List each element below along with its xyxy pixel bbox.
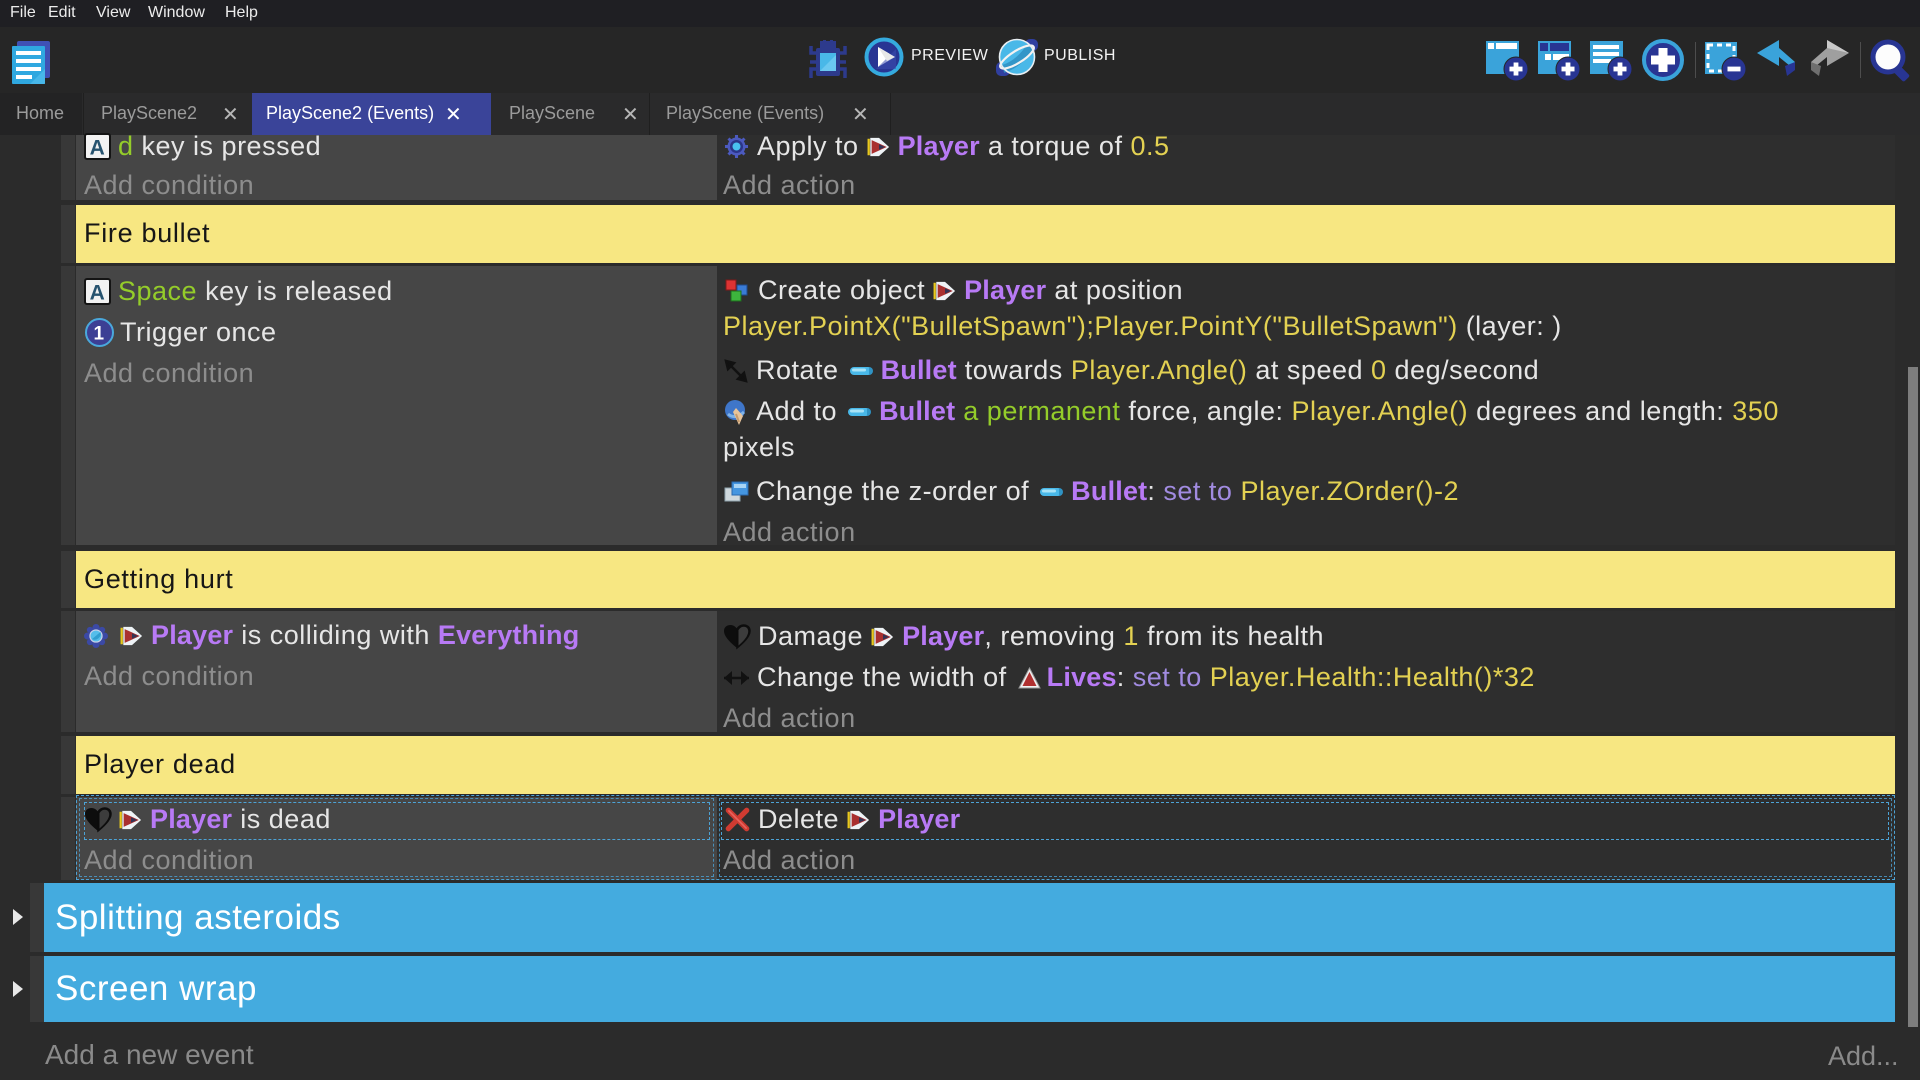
svg-text:A: A <box>90 137 106 160</box>
svg-text:A: A <box>90 282 106 305</box>
svg-text:1: 1 <box>93 324 104 345</box>
